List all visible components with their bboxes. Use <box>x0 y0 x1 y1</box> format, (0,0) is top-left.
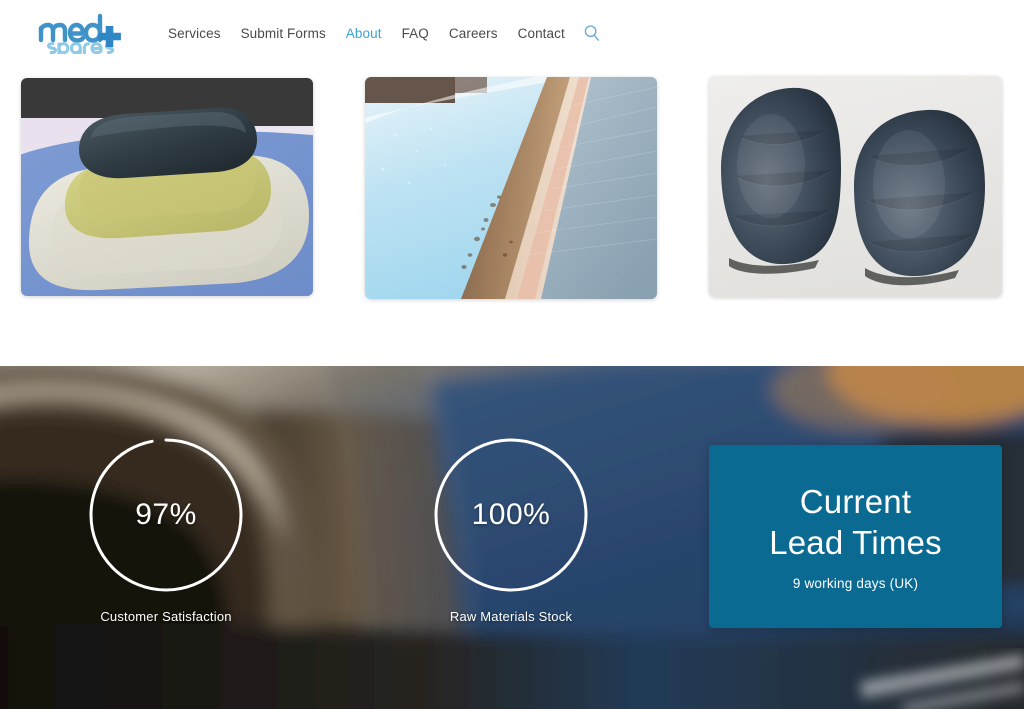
nav-item-services[interactable]: Services <box>158 26 231 41</box>
site-header: Services Submit Forms About FAQ Careers … <box>0 0 1024 66</box>
stats-hero-section: 97% Customer Satisfaction 100% Raw Mater… <box>0 366 1024 709</box>
nav-item-contact[interactable]: Contact <box>508 26 575 41</box>
stat-label-raw-materials-stock: Raw Materials Stock <box>449 609 573 624</box>
gallery-image-cushion-stack[interactable] <box>21 78 313 296</box>
dial-value-100: 100% <box>471 498 551 531</box>
stats-content: 97% Customer Satisfaction 100% Raw Mater… <box>0 366 1024 709</box>
gallery-image-foam-edge[interactable] <box>365 77 657 299</box>
lead-times-subtitle: 9 working days (UK) <box>792 575 919 591</box>
lead-times-title: Current Lead Times <box>769 482 942 563</box>
page-root: Services Submit Forms About FAQ Careers … <box>0 0 1024 709</box>
dial-value-97: 97% <box>135 498 197 531</box>
lead-times-card[interactable]: Current Lead Times 9 working days (UK) <box>709 445 1002 628</box>
stat-label-customer-satisfaction: Customer Satisfaction <box>100 609 232 624</box>
lead-times-title-line1: Current <box>799 483 912 521</box>
medspares-logo-icon <box>38 13 121 54</box>
nav-item-careers[interactable]: Careers <box>439 26 508 41</box>
stat-raw-materials-stock: 100% Raw Materials Stock <box>396 436 626 624</box>
nav-item-faq[interactable]: FAQ <box>392 26 439 41</box>
gallery-image-navy-pads[interactable] <box>709 76 1002 297</box>
search-icon[interactable] <box>583 24 601 42</box>
dial-raw-materials-stock: 100% <box>432 436 590 594</box>
main-navigation: Services Submit Forms About FAQ Careers … <box>158 0 601 66</box>
brand-logo[interactable] <box>36 12 132 54</box>
stat-customer-satisfaction: 97% Customer Satisfaction <box>51 436 281 624</box>
dial-customer-satisfaction: 97% <box>87 436 245 594</box>
image-gallery <box>0 66 1024 366</box>
nav-item-submit-forms[interactable]: Submit Forms <box>231 26 336 41</box>
nav-item-about[interactable]: About <box>336 26 392 41</box>
lead-times-title-line2: Lead Times <box>769 523 942 561</box>
